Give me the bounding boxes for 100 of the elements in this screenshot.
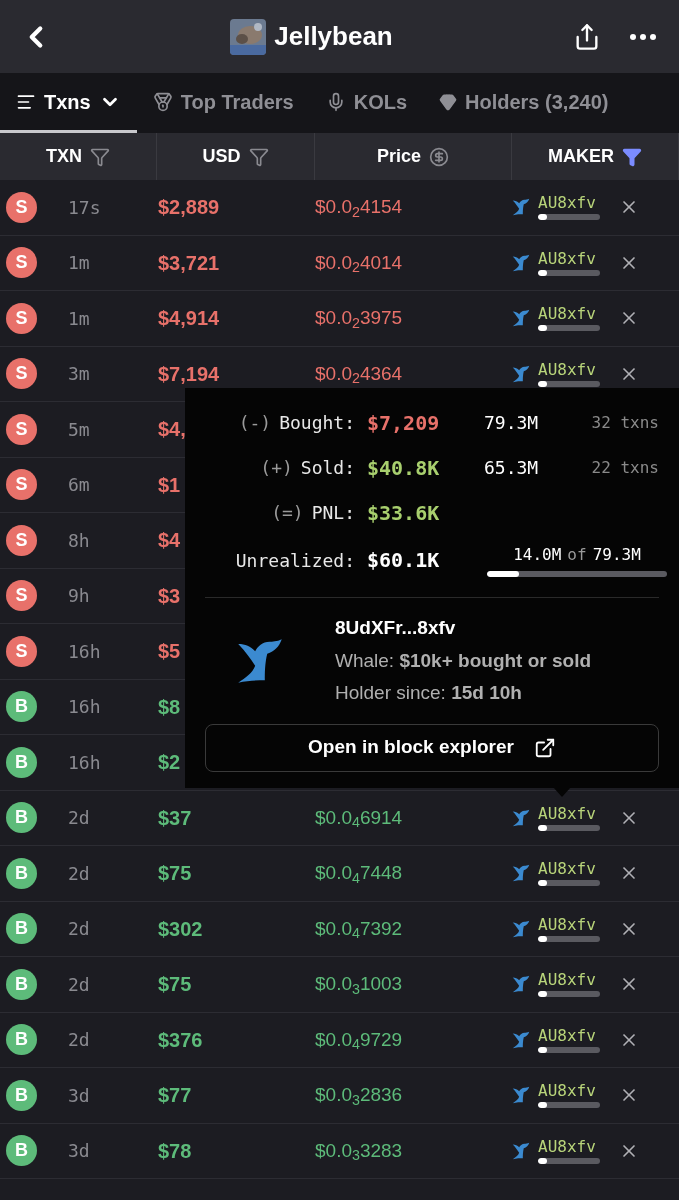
usd-cell-text: $75 <box>158 972 192 998</box>
time-cell-text: 2d <box>68 917 90 942</box>
usd-cell-text: $8 <box>158 694 181 720</box>
usd-cell-text: $2 <box>158 750 181 776</box>
maker-link[interactable]: AU8xfv <box>538 1082 600 1101</box>
price-cell-text: $0.0$_{2}$4154 <box>315 195 403 222</box>
token-amount: 79.3M <box>484 411 539 435</box>
price-cell-text: $0.0$_{3}$3283 <box>315 1138 403 1165</box>
price-cell-text: $0.0$_{2}$3975 <box>315 306 403 333</box>
time-cell-text: 16h <box>68 695 101 720</box>
trade-badge: S <box>6 358 37 390</box>
time-cell-text: 3d <box>68 1139 90 1164</box>
price-cell-text: $0.0$_{4}$6914 <box>315 805 403 832</box>
usd-cell-text: $376 <box>158 1027 203 1053</box>
txn-count: 32 txns <box>591 411 659 434</box>
medal-icon <box>152 91 173 112</box>
trade-badge: B <box>6 1135 37 1167</box>
maker-link[interactable]: AU8xfv <box>538 249 600 268</box>
trade-badge: B <box>6 802 37 834</box>
filter-icon[interactable] <box>622 146 642 167</box>
stat-value: $40.8K <box>367 454 440 482</box>
external-link-icon <box>533 736 556 759</box>
price-cell-text: $0.0$_{2}$4364 <box>315 361 403 388</box>
trade-badge: S <box>6 302 37 334</box>
filter-icon[interactable] <box>90 146 110 167</box>
maker-link[interactable]: AU8xfv <box>538 915 600 934</box>
time-cell-text: 16h <box>68 639 101 664</box>
column-header[interactable]: USD <box>157 133 315 180</box>
price-cell-text: $0.0$_{4}$7392 <box>315 916 403 943</box>
trade-badge: B <box>6 968 37 1000</box>
trade-badge: B <box>6 913 37 945</box>
price-cell-text: $0.0$_{3}$2836 <box>315 1083 403 1110</box>
maker-link[interactable]: AU8xfv <box>538 360 600 379</box>
maker-link[interactable]: AU8xfv <box>538 971 600 990</box>
time-cell-text: 1m <box>68 306 90 331</box>
stat-label: Sold: <box>300 456 355 480</box>
maker-link[interactable]: AU8xfv <box>538 194 600 213</box>
column-header[interactable]: MAKER <box>512 133 679 180</box>
trade-badge: S <box>6 469 37 501</box>
trade-badge: B <box>6 691 37 723</box>
maker-link[interactable]: AU8xfv <box>538 860 600 879</box>
time-cell-text: 6m <box>68 473 90 498</box>
time-cell-text: 8h <box>68 528 90 553</box>
trade-badge: B <box>6 857 37 889</box>
trade-badge: S <box>6 635 37 667</box>
maker-link[interactable]: AU8xfv <box>538 1137 600 1156</box>
maker-link[interactable]: AU8xfv <box>538 305 600 324</box>
token-amount: 65.3M <box>484 456 539 480</box>
price-cell-text: $0.0$_{4}$9729 <box>315 1027 403 1054</box>
tab[interactable]: KOLs <box>309 73 424 133</box>
price-cell-text: $0.0$_{4}$7448 <box>315 861 403 888</box>
usd-cell-text: $37 <box>158 805 192 831</box>
sign-label: (-) <box>238 411 272 435</box>
trade-badge: S <box>6 247 37 279</box>
filter-icon[interactable] <box>248 146 269 167</box>
time-cell-text: 2d <box>68 861 90 886</box>
usd-cell-text: $2,889 <box>158 195 220 221</box>
stat-label: Unrealized: <box>235 548 355 573</box>
time-cell-text: 1m <box>68 251 90 276</box>
usd-cell-text: $77 <box>158 1083 192 1109</box>
trade-badge: B <box>6 1024 37 1056</box>
usd-cell-text: $75 <box>158 861 192 887</box>
stat-value: $60.1K <box>367 547 441 574</box>
stat-value: $7,209 <box>367 409 440 437</box>
tab[interactable]: Top Traders <box>136 73 310 133</box>
block-explorer-button[interactable]: Open in block explorer <box>205 723 659 772</box>
maker-link[interactable]: AU8xfv <box>538 1026 600 1045</box>
usd-cell-text: $4 <box>158 528 181 554</box>
time-cell-text: 2d <box>68 1028 90 1053</box>
usd-cell-text: $78 <box>158 1138 192 1164</box>
dollar-icon[interactable] <box>429 146 449 167</box>
time-cell-text: 3d <box>68 1083 90 1108</box>
time-cell-text: 17s <box>68 195 101 220</box>
holder-since: Holder since: 15d 10h <box>335 681 523 705</box>
stat-label: Bought: <box>279 411 355 435</box>
usd-cell-text: $3,721 <box>158 250 220 276</box>
column-header[interactable]: TXN <box>0 133 157 180</box>
stat-value: $33.6K <box>367 499 440 527</box>
total-amount: 79.3M <box>592 544 641 566</box>
usd-cell-text: $302 <box>158 916 203 942</box>
tab[interactable]: Holders (3,240) <box>423 73 625 133</box>
usd-cell-text: $4,914 <box>158 306 220 332</box>
page-title: Jellybean <box>274 20 393 53</box>
diamond-icon <box>439 92 458 111</box>
trade-badge: S <box>6 580 37 612</box>
time-cell-text: 5m <box>68 417 90 442</box>
usd-cell-text: $5 <box>158 639 181 665</box>
wallet-address: 8UdXFr...8xfv <box>335 616 457 640</box>
sign-label: (=) <box>271 501 304 525</box>
trade-badge: S <box>6 413 37 445</box>
time-cell-text: 3m <box>68 362 90 387</box>
trade-badge: B <box>6 1079 37 1111</box>
stat-label: PNL: <box>311 501 355 525</box>
price-cell-text: $0.0$_{3}$1003 <box>315 972 403 999</box>
column-header[interactable]: Price <box>315 133 512 180</box>
trade-badge: S <box>6 191 37 223</box>
maker-link[interactable]: AU8xfv <box>538 804 600 823</box>
whale-info: Whale: $10k+ bought or sold <box>335 648 592 673</box>
trade-badge: B <box>6 746 37 778</box>
of-label: of <box>567 544 587 566</box>
